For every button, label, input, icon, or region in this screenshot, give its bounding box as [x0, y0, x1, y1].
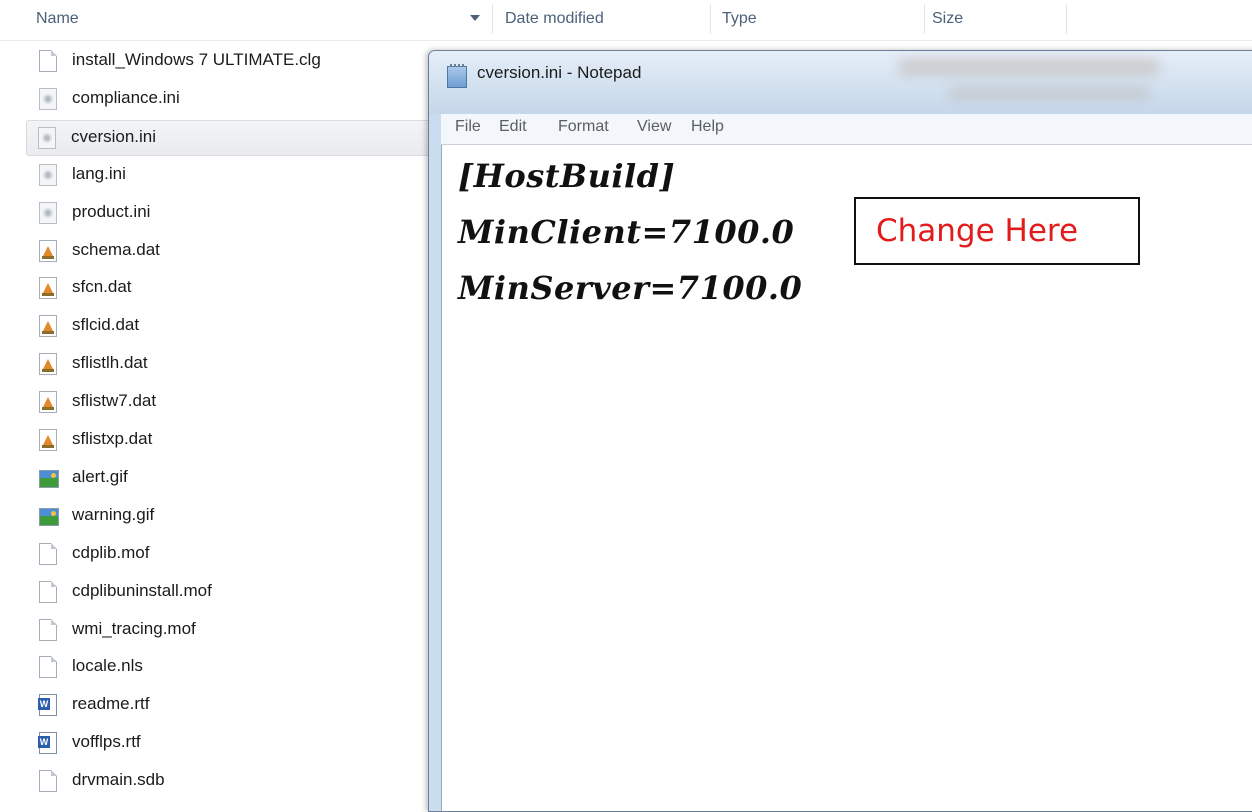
background-blur [949, 87, 1149, 99]
file-name: sflistw7.dat [72, 391, 157, 410]
menu-file[interactable]: File [455, 114, 481, 144]
change-here-annotation: Change Here [854, 197, 1140, 265]
file-name: sflistlh.dat [72, 353, 148, 372]
file-row[interactable]: schema.dat [28, 234, 488, 268]
file-name: sfcn.dat [72, 277, 132, 296]
menu-help[interactable]: Help [691, 114, 724, 144]
file-row[interactable]: alert.gif [28, 461, 488, 495]
file-row[interactable]: product.ini [28, 196, 488, 230]
file-list: install_Windows 7 ULTIMATE.clg compliance… [0, 44, 488, 804]
file-name: compliance.ini [72, 88, 180, 107]
file-row[interactable]: cdplibuninstall.mof [28, 575, 488, 609]
file-row[interactable]: Wvofflps.rtf [28, 726, 488, 760]
column-divider[interactable] [924, 4, 925, 34]
file-row[interactable]: lang.ini [28, 158, 488, 192]
column-date-modified[interactable]: Date modified [505, 0, 604, 40]
file-name: cdplibuninstall.mof [72, 581, 212, 600]
blank-file-icon [39, 581, 57, 603]
sort-descending-icon[interactable] [470, 15, 480, 21]
menu-view[interactable]: View [637, 114, 671, 144]
notepad-app-icon[interactable] [447, 64, 467, 88]
file-row[interactable]: Wreadme.rtf [28, 688, 488, 722]
column-divider[interactable] [492, 4, 493, 34]
file-name: alert.gif [72, 467, 128, 486]
column-header-bar: Name Date modified Type Size [0, 0, 1252, 41]
text-editor-area[interactable]: [HostBuild] MinClient=7100.0 MinServer=7… [441, 145, 1252, 811]
menu-format[interactable]: Format [558, 114, 609, 144]
settings-file-icon [38, 127, 56, 149]
file-row[interactable]: sfcn.dat [28, 271, 488, 305]
text-line: MinServer=7100.0 [458, 269, 803, 307]
settings-file-icon [39, 88, 57, 110]
dat-file-icon [39, 391, 57, 413]
notepad-window[interactable]: cversion.ini - Notepad File Edit Format … [428, 50, 1252, 812]
image-file-icon [39, 508, 59, 526]
file-row[interactable]: wmi_tracing.mof [28, 613, 488, 647]
file-row[interactable]: drvmain.sdb [28, 764, 488, 798]
blank-file-icon [39, 656, 57, 678]
text-line: [HostBuild] [458, 157, 676, 195]
dat-file-icon [39, 277, 57, 299]
blank-file-icon [39, 50, 57, 72]
file-name: lang.ini [72, 164, 126, 183]
column-divider[interactable] [1066, 4, 1067, 34]
blank-file-icon [39, 770, 57, 792]
window-title: cversion.ini - Notepad [477, 63, 642, 82]
file-row[interactable]: install_Windows 7 ULTIMATE.clg [28, 44, 488, 78]
file-name: cversion.ini [71, 127, 157, 146]
column-divider[interactable] [710, 4, 711, 34]
image-file-icon [39, 470, 59, 488]
column-name[interactable]: Name [36, 0, 79, 40]
menu-bar: File Edit Format View Help [441, 114, 1252, 145]
file-row[interactable]: sflcid.dat [28, 309, 488, 343]
dat-file-icon [39, 240, 57, 262]
file-name: install_Windows 7 ULTIMATE.clg [72, 50, 321, 69]
dat-file-icon [39, 353, 57, 375]
file-row[interactable]: sflistw7.dat [28, 385, 488, 419]
settings-file-icon [39, 164, 57, 186]
file-row[interactable]: warning.gif [28, 499, 488, 533]
file-row[interactable]: compliance.ini [28, 82, 488, 116]
word-file-icon: W [38, 694, 57, 716]
file-row[interactable]: cversion.ini [26, 120, 488, 156]
menu-edit[interactable]: Edit [499, 114, 527, 144]
file-row[interactable]: sflistlh.dat [28, 347, 488, 381]
blank-file-icon [39, 619, 57, 641]
file-name: vofflps.rtf [72, 732, 141, 751]
title-bar[interactable]: cversion.ini - Notepad [429, 51, 1252, 114]
file-name: schema.dat [72, 240, 160, 259]
file-name: sflcid.dat [72, 315, 140, 334]
file-name: readme.rtf [72, 694, 150, 713]
file-name: cdplib.mof [72, 543, 150, 562]
blank-file-icon [39, 543, 57, 565]
file-name: wmi_tracing.mof [72, 619, 196, 638]
file-name: locale.nls [72, 656, 143, 675]
file-row[interactable]: cdplib.mof [28, 537, 488, 571]
file-name: sflistxp.dat [72, 429, 153, 448]
file-row[interactable]: sflistxp.dat [28, 423, 488, 457]
file-row[interactable]: locale.nls [28, 650, 488, 684]
file-name: warning.gif [72, 505, 155, 524]
text-line: MinClient=7100.0 [458, 213, 795, 251]
column-type[interactable]: Type [722, 0, 757, 40]
dat-file-icon [39, 429, 57, 451]
word-file-icon: W [38, 732, 57, 754]
file-name: product.ini [72, 202, 151, 221]
settings-file-icon [39, 202, 57, 224]
file-name: drvmain.sdb [72, 770, 165, 789]
background-blur [899, 59, 1159, 75]
dat-file-icon [39, 315, 57, 337]
column-size[interactable]: Size [932, 0, 963, 40]
